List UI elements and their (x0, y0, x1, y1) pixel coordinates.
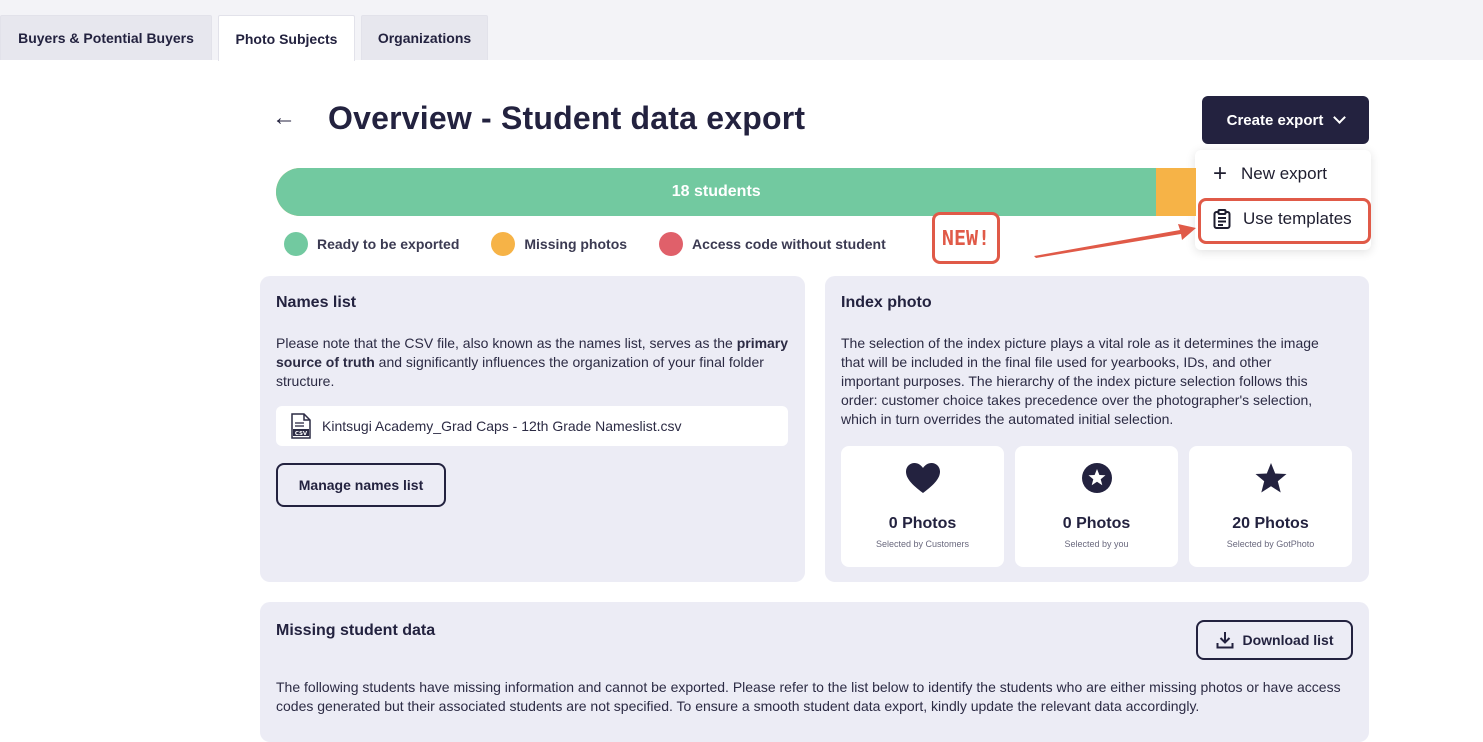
menu-item-label: New export (1241, 164, 1327, 183)
card-title: Names list (276, 294, 357, 311)
stat-selected-by-you: 0 Photos Selected by you (1015, 446, 1178, 567)
status-dot (491, 232, 516, 256)
card-description: Please note that the CSV file, also know… (276, 334, 796, 391)
tab-bar: Buyers & Potential Buyers Photo Subjects… (0, 0, 1483, 61)
download-label: Download list (1242, 632, 1334, 648)
chevron-down-icon (1333, 111, 1347, 124)
create-export-button[interactable]: Create export (1202, 96, 1369, 144)
progress-legend: Ready to be exported Missing photos Acce… (284, 232, 886, 256)
stat-value: 0 Photos (1062, 515, 1131, 532)
progress-ready-segment: 18 students (276, 168, 1157, 216)
stat-selected-by-gotphoto: 20 Photos Selected by GotPhoto (1189, 446, 1352, 567)
csv-file-icon: CSV (291, 413, 311, 439)
names-list-file[interactable]: CSV Kintsugi Academy_Grad Caps - 12th Gr… (276, 406, 788, 446)
names-list-card: Names list Please note that the CSV file… (260, 276, 805, 582)
manage-names-list-button[interactable]: Manage names list (276, 463, 446, 507)
stat-label: Selected by Customers (875, 539, 970, 549)
status-dot (284, 232, 308, 256)
tab-organizations[interactable]: Organizations (361, 15, 488, 60)
star-icon (1255, 463, 1286, 493)
page-title: Overview - Student data export (328, 100, 806, 136)
new-badge: NEW! (932, 212, 1000, 264)
legend-label: Access code without student (692, 236, 886, 252)
stat-label: Selected by GotPhoto (1226, 539, 1315, 549)
download-icon (1216, 632, 1233, 649)
callout-arrow (1034, 224, 1196, 258)
card-description: The selection of the index picture plays… (841, 335, 1319, 427)
tab-buyers[interactable]: Buyers & Potential Buyers (0, 15, 212, 60)
progress-ready-label: 18 students (671, 183, 761, 200)
create-export-label: Create export (1226, 111, 1324, 129)
file-name: Kintsugi Academy_Grad Caps - 12th Grade … (322, 418, 682, 434)
menu-item-new-export[interactable]: + New export (1213, 160, 1327, 187)
svg-text:CSV: CSV (295, 431, 308, 437)
missing-student-data-card: Missing student data Download list The f… (260, 602, 1369, 742)
star-circle-icon (1081, 463, 1112, 493)
download-list-button[interactable]: Download list (1196, 620, 1353, 660)
legend-label: Missing photos (524, 236, 628, 252)
legend-item-missing-photos: Missing photos (491, 232, 627, 256)
highlight-box (1198, 198, 1371, 244)
card-description: The following students have missing info… (276, 679, 1341, 714)
plus-icon: + (1213, 160, 1228, 187)
legend-item-ready: Ready to be exported (284, 232, 459, 256)
stat-selected-by-customers: 0 Photos Selected by Customers (841, 446, 1004, 567)
legend-item-access-code: Access code without student (659, 232, 886, 256)
stat-value: 20 Photos (1232, 515, 1309, 532)
stat-label: Selected by you (1064, 539, 1129, 549)
heart-icon (905, 463, 940, 493)
text-part: Please note that the CSV file, also know… (276, 335, 737, 351)
tab-photo-subjects[interactable]: Photo Subjects (218, 15, 355, 61)
card-title: Index photo (841, 294, 932, 311)
student-progress-bar: 18 students (276, 168, 1196, 216)
arrow-left-icon[interactable]: ← (272, 106, 296, 130)
stat-value: 0 Photos (888, 515, 957, 532)
card-title: Missing student data (276, 622, 436, 639)
legend-label: Ready to be exported (317, 236, 460, 252)
status-dot (659, 232, 684, 256)
index-photo-card: Index photo The selection of the index p… (825, 276, 1369, 582)
